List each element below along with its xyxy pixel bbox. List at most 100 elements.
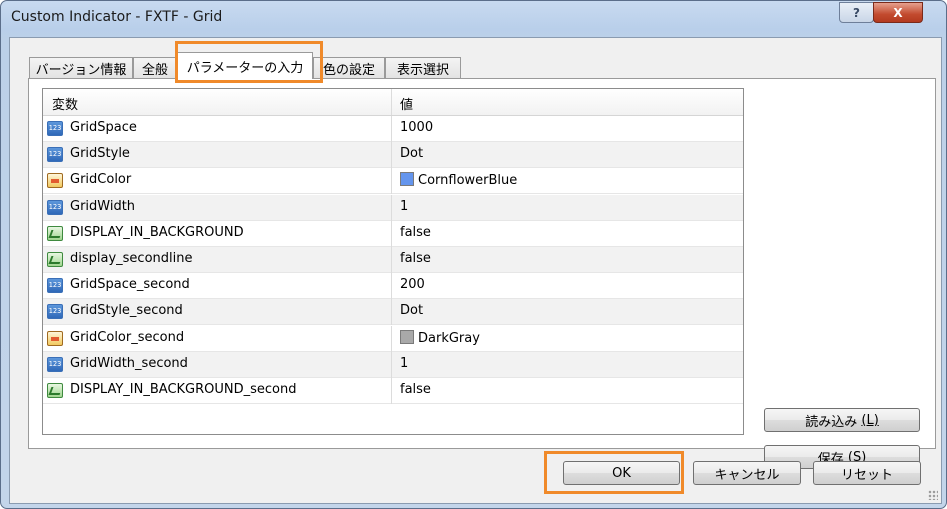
- table-row[interactable]: 123 GridSpace 1000: [43, 116, 743, 142]
- parameter-value[interactable]: false: [400, 225, 431, 240]
- parameter-name: GridColor: [70, 172, 132, 188]
- parameter-value[interactable]: DarkGray: [400, 329, 480, 346]
- tab-label: 全般: [141, 62, 168, 78]
- parameter-value[interactable]: false: [400, 251, 431, 266]
- table-row[interactable]: DISPLAY_IN_BACKGROUND false: [43, 220, 743, 247]
- column-header-variable[interactable]: 変数: [52, 94, 78, 113]
- ok-button-label: OK: [612, 465, 631, 481]
- parameter-value[interactable]: Dot: [400, 146, 423, 161]
- color-icon: [47, 173, 63, 189]
- column-divider: [391, 273, 392, 300]
- tab-parameters[interactable]: パラメーターの入力: [177, 52, 313, 79]
- parameter-name: GridStyle: [70, 146, 130, 162]
- column-divider: [391, 299, 392, 326]
- parameter-value[interactable]: 1000: [400, 120, 433, 135]
- resize-grip[interactable]: [928, 490, 938, 500]
- load-button[interactable]: 読み込み (L): [764, 408, 920, 432]
- table-row[interactable]: display_secondline false: [43, 247, 743, 273]
- parameter-name: GridSpace: [70, 120, 137, 135]
- reset-button[interactable]: リセット: [813, 461, 921, 485]
- parameter-name: GridWidth_second: [70, 355, 188, 371]
- tab-label: バージョン情報: [35, 62, 127, 78]
- numeric-icon: 123: [47, 304, 63, 320]
- reset-button-label: リセット: [840, 467, 893, 483]
- window-title: Custom Indicator - FXTF - Grid: [11, 9, 223, 25]
- parameter-value-text: false: [400, 382, 431, 397]
- close-button[interactable]: X: [873, 2, 923, 23]
- parameter-value[interactable]: Dot: [400, 303, 423, 318]
- parameter-value-text: 1: [400, 198, 409, 214]
- boolean-icon: [47, 383, 63, 398]
- column-divider: [391, 194, 392, 221]
- parameter-value-text: 1: [400, 355, 409, 371]
- numeric-icon: 123: [47, 147, 63, 163]
- parameter-value[interactable]: CornflowerBlue: [400, 172, 517, 188]
- column-divider: [391, 89, 392, 115]
- numeric-icon: 123: [47, 199, 63, 215]
- color-swatch: [400, 172, 414, 187]
- column-divider: [391, 325, 392, 352]
- parameter-value-text: Dot: [400, 146, 424, 162]
- tab-label: 表示選択: [396, 62, 449, 78]
- parameter-value[interactable]: 1: [400, 356, 408, 371]
- dialog-window: Custom Indicator - FXTF - Grid ? X バージョン…: [0, 0, 947, 509]
- column-header-value[interactable]: 値: [400, 94, 413, 113]
- parameters-panel: 変数 値 123 GridSpace 1000 123 GridStyle Dot Grid…: [28, 78, 936, 469]
- parameter-value-text: 1000: [400, 120, 434, 135]
- parameter-name: DISPLAY_IN_BACKGROUND_second: [70, 382, 297, 397]
- color-icon: [47, 330, 63, 346]
- table-header: 変数 値: [43, 89, 743, 116]
- parameter-name: display_secondline: [70, 251, 193, 266]
- tab-label: パラメーターの入力: [186, 60, 304, 76]
- numeric-icon: 123: [47, 356, 63, 372]
- parameter-value-text: DarkGray: [418, 330, 480, 346]
- parameter-value[interactable]: 200: [400, 277, 425, 292]
- dialog-client-area: バージョン情報 全般 パラメーターの入力 色の設定 表示選択 変数 値 123 …: [9, 37, 942, 504]
- column-divider: [391, 142, 392, 169]
- table-row[interactable]: 123 GridStyle Dot: [43, 142, 743, 169]
- table-row[interactable]: 123 GridStyle_second Dot: [43, 299, 743, 326]
- table-row[interactable]: DISPLAY_IN_BACKGROUND_second false: [43, 378, 743, 404]
- column-divider: [391, 247, 392, 273]
- tab-colors[interactable]: 色の設定: [313, 57, 385, 78]
- close-icon: X: [893, 5, 903, 20]
- parameter-value-text: Dot: [400, 303, 424, 319]
- tab-visualization[interactable]: 表示選択: [385, 57, 461, 78]
- column-divider: [391, 378, 392, 404]
- cancel-button[interactable]: キャンセル: [693, 461, 801, 485]
- parameter-value-text: 200: [400, 277, 425, 293]
- table-row[interactable]: GridColor_second DarkGray: [43, 325, 743, 352]
- table-row[interactable]: GridColor CornflowerBlue: [43, 168, 743, 195]
- load-button-shortcut: (L): [861, 412, 879, 428]
- parameter-name: GridStyle_second: [70, 303, 183, 319]
- tab-version-info[interactable]: バージョン情報: [29, 57, 133, 78]
- boolean-icon: [47, 225, 63, 241]
- parameter-value-text: false: [400, 224, 431, 240]
- parameter-value-text: false: [400, 251, 431, 266]
- boolean-icon: [47, 252, 63, 267]
- column-divider: [391, 116, 392, 142]
- numeric-icon: 123: [47, 278, 63, 294]
- parameter-name: GridColor_second: [70, 329, 185, 345]
- table-row[interactable]: 123 GridSpace_second 200: [43, 273, 743, 300]
- parameter-value-text: CornflowerBlue: [418, 173, 518, 189]
- load-button-label: 読み込み: [805, 414, 858, 430]
- parameters-table[interactable]: 変数 値 123 GridSpace 1000 123 GridStyle Dot Grid…: [42, 88, 744, 435]
- tab-label: 色の設定: [322, 62, 375, 78]
- parameter-value[interactable]: false: [400, 382, 431, 397]
- parameter-value[interactable]: 1: [400, 199, 408, 214]
- parameter-name: DISPLAY_IN_BACKGROUND: [70, 224, 244, 240]
- table-row[interactable]: 123 GridWidth 1: [43, 194, 743, 221]
- parameter-name: GridSpace_second: [70, 277, 190, 293]
- column-divider: [391, 168, 392, 195]
- table-row[interactable]: 123 GridWidth_second 1: [43, 351, 743, 378]
- help-icon: ?: [853, 5, 860, 20]
- color-swatch: [400, 329, 414, 344]
- numeric-icon: 123: [47, 121, 63, 136]
- column-divider: [391, 351, 392, 378]
- tab-general[interactable]: 全般: [133, 57, 177, 78]
- cancel-button-label: キャンセル: [714, 467, 780, 483]
- column-divider: [391, 220, 392, 247]
- ok-button[interactable]: OK: [563, 461, 680, 485]
- help-button[interactable]: ?: [839, 2, 874, 23]
